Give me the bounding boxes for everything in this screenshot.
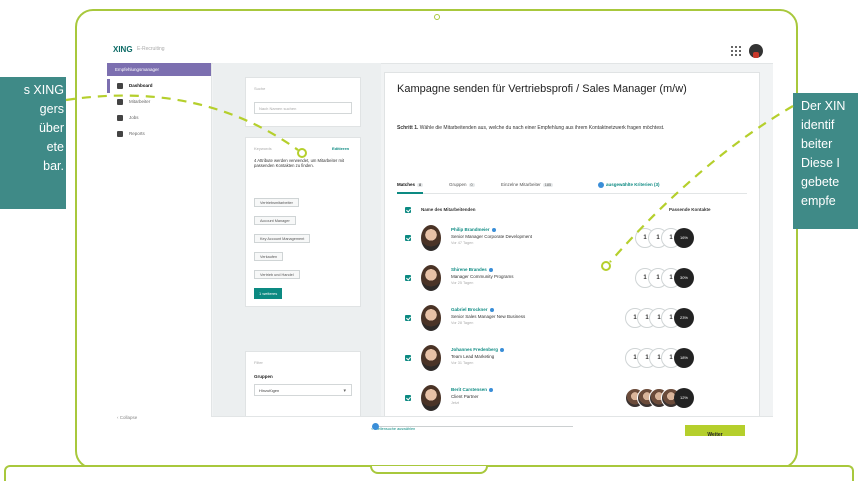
left-pointer-dot	[297, 148, 307, 158]
callout-pointers	[65, 94, 794, 271]
left-pointer-line	[65, 94, 299, 151]
right-pointer-line	[609, 105, 794, 263]
right-pointer-dot	[601, 261, 611, 271]
